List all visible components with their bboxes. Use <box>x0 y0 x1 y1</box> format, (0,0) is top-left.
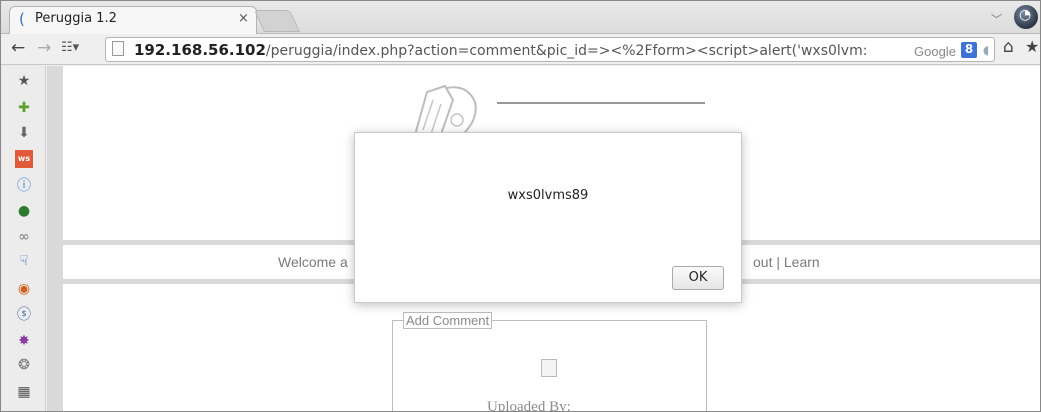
snail-icon[interactable]: ⓢ <box>15 306 33 324</box>
forward-button[interactable]: → <box>37 38 51 58</box>
header-divider <box>497 102 705 104</box>
bug-icon[interactable]: ● <box>15 202 33 220</box>
uploaded-by-label: Uploaded By: <box>487 399 571 412</box>
info-icon[interactable]: ⓘ <box>15 177 33 195</box>
favicon-icon: ( <box>19 10 25 28</box>
url-bar[interactable]: 192.168.56.102/peruggia/index.php?action… <box>105 37 995 62</box>
bookmarks-icon[interactable]: ★ <box>1025 37 1039 56</box>
tab-title: Peruggia 1.2 <box>35 11 117 26</box>
pointer-icon[interactable]: ☟ <box>15 252 33 270</box>
add-comment-fieldset: Add Comment Uploaded By: <box>392 312 707 412</box>
shield-icon[interactable]: ◖ <box>983 43 989 57</box>
home-icon[interactable]: ⌂ <box>1003 37 1014 57</box>
gear-star-icon[interactable]: ✸ <box>15 332 33 350</box>
page-icon <box>112 41 124 56</box>
alert-dialog: wxs0lvms89 OK <box>354 132 742 303</box>
menu-grid-button[interactable]: ☷▾ <box>61 40 79 55</box>
tab-strip: ( Peruggia 1.2 × ﹀ ◔ <box>1 1 1040 35</box>
glasses-icon[interactable]: ∞ <box>15 228 33 246</box>
puzzle-icon[interactable]: ✚ <box>15 99 33 117</box>
addon-sidebar: ★ ✚ ⬇ ws ⓘ ● ∞ ☟ ◉ ⓢ ✸ ❂ ▦ <box>1 66 46 411</box>
url-host: 192.168.56.102 <box>134 41 266 59</box>
star-icon[interactable]: ★ <box>15 72 33 90</box>
add-comment-legend: Add Comment <box>403 312 493 329</box>
tab-list-dropdown-icon[interactable]: ﹀ <box>991 11 1002 27</box>
calculator-icon[interactable]: ▦ <box>15 383 33 401</box>
firebug-icon[interactable]: ◉ <box>15 280 33 298</box>
google-icon[interactable]: 8 <box>961 42 977 58</box>
search-engine-label: Google <box>911 44 956 59</box>
navigation-bar: ← → ☷▾ 192.168.56.102/peruggia/index.php… <box>1 34 1040 65</box>
browser-logo-icon[interactable]: ◔ <box>1014 5 1038 29</box>
url-text[interactable]: 192.168.56.102/peruggia/index.php?action… <box>134 41 867 59</box>
ws-icon[interactable]: ws <box>15 150 33 168</box>
tab-peruggia[interactable]: ( Peruggia 1.2 × <box>9 6 257 35</box>
back-button[interactable]: ← <box>11 38 25 58</box>
page-content: Add Comment Uploaded By: <box>63 284 1040 412</box>
nav-links[interactable]: out | Learn <box>753 254 820 270</box>
palette-icon[interactable]: ❂ <box>15 356 33 374</box>
download-icon[interactable]: ⬇ <box>15 124 33 142</box>
new-tab-button[interactable] <box>253 10 301 32</box>
url-path: /peruggia/index.php?action=comment&pic_i… <box>265 43 868 59</box>
browser-window: ( Peruggia 1.2 × ﹀ ◔ ← → ☷▾ 192.168.56.1… <box>0 0 1041 412</box>
alert-message: wxs0lvms89 <box>507 188 589 203</box>
broken-image-icon <box>541 359 557 377</box>
ok-button[interactable]: OK <box>672 266 724 290</box>
tab-close-icon[interactable]: × <box>238 11 249 26</box>
welcome-text: Welcome a <box>278 254 348 270</box>
